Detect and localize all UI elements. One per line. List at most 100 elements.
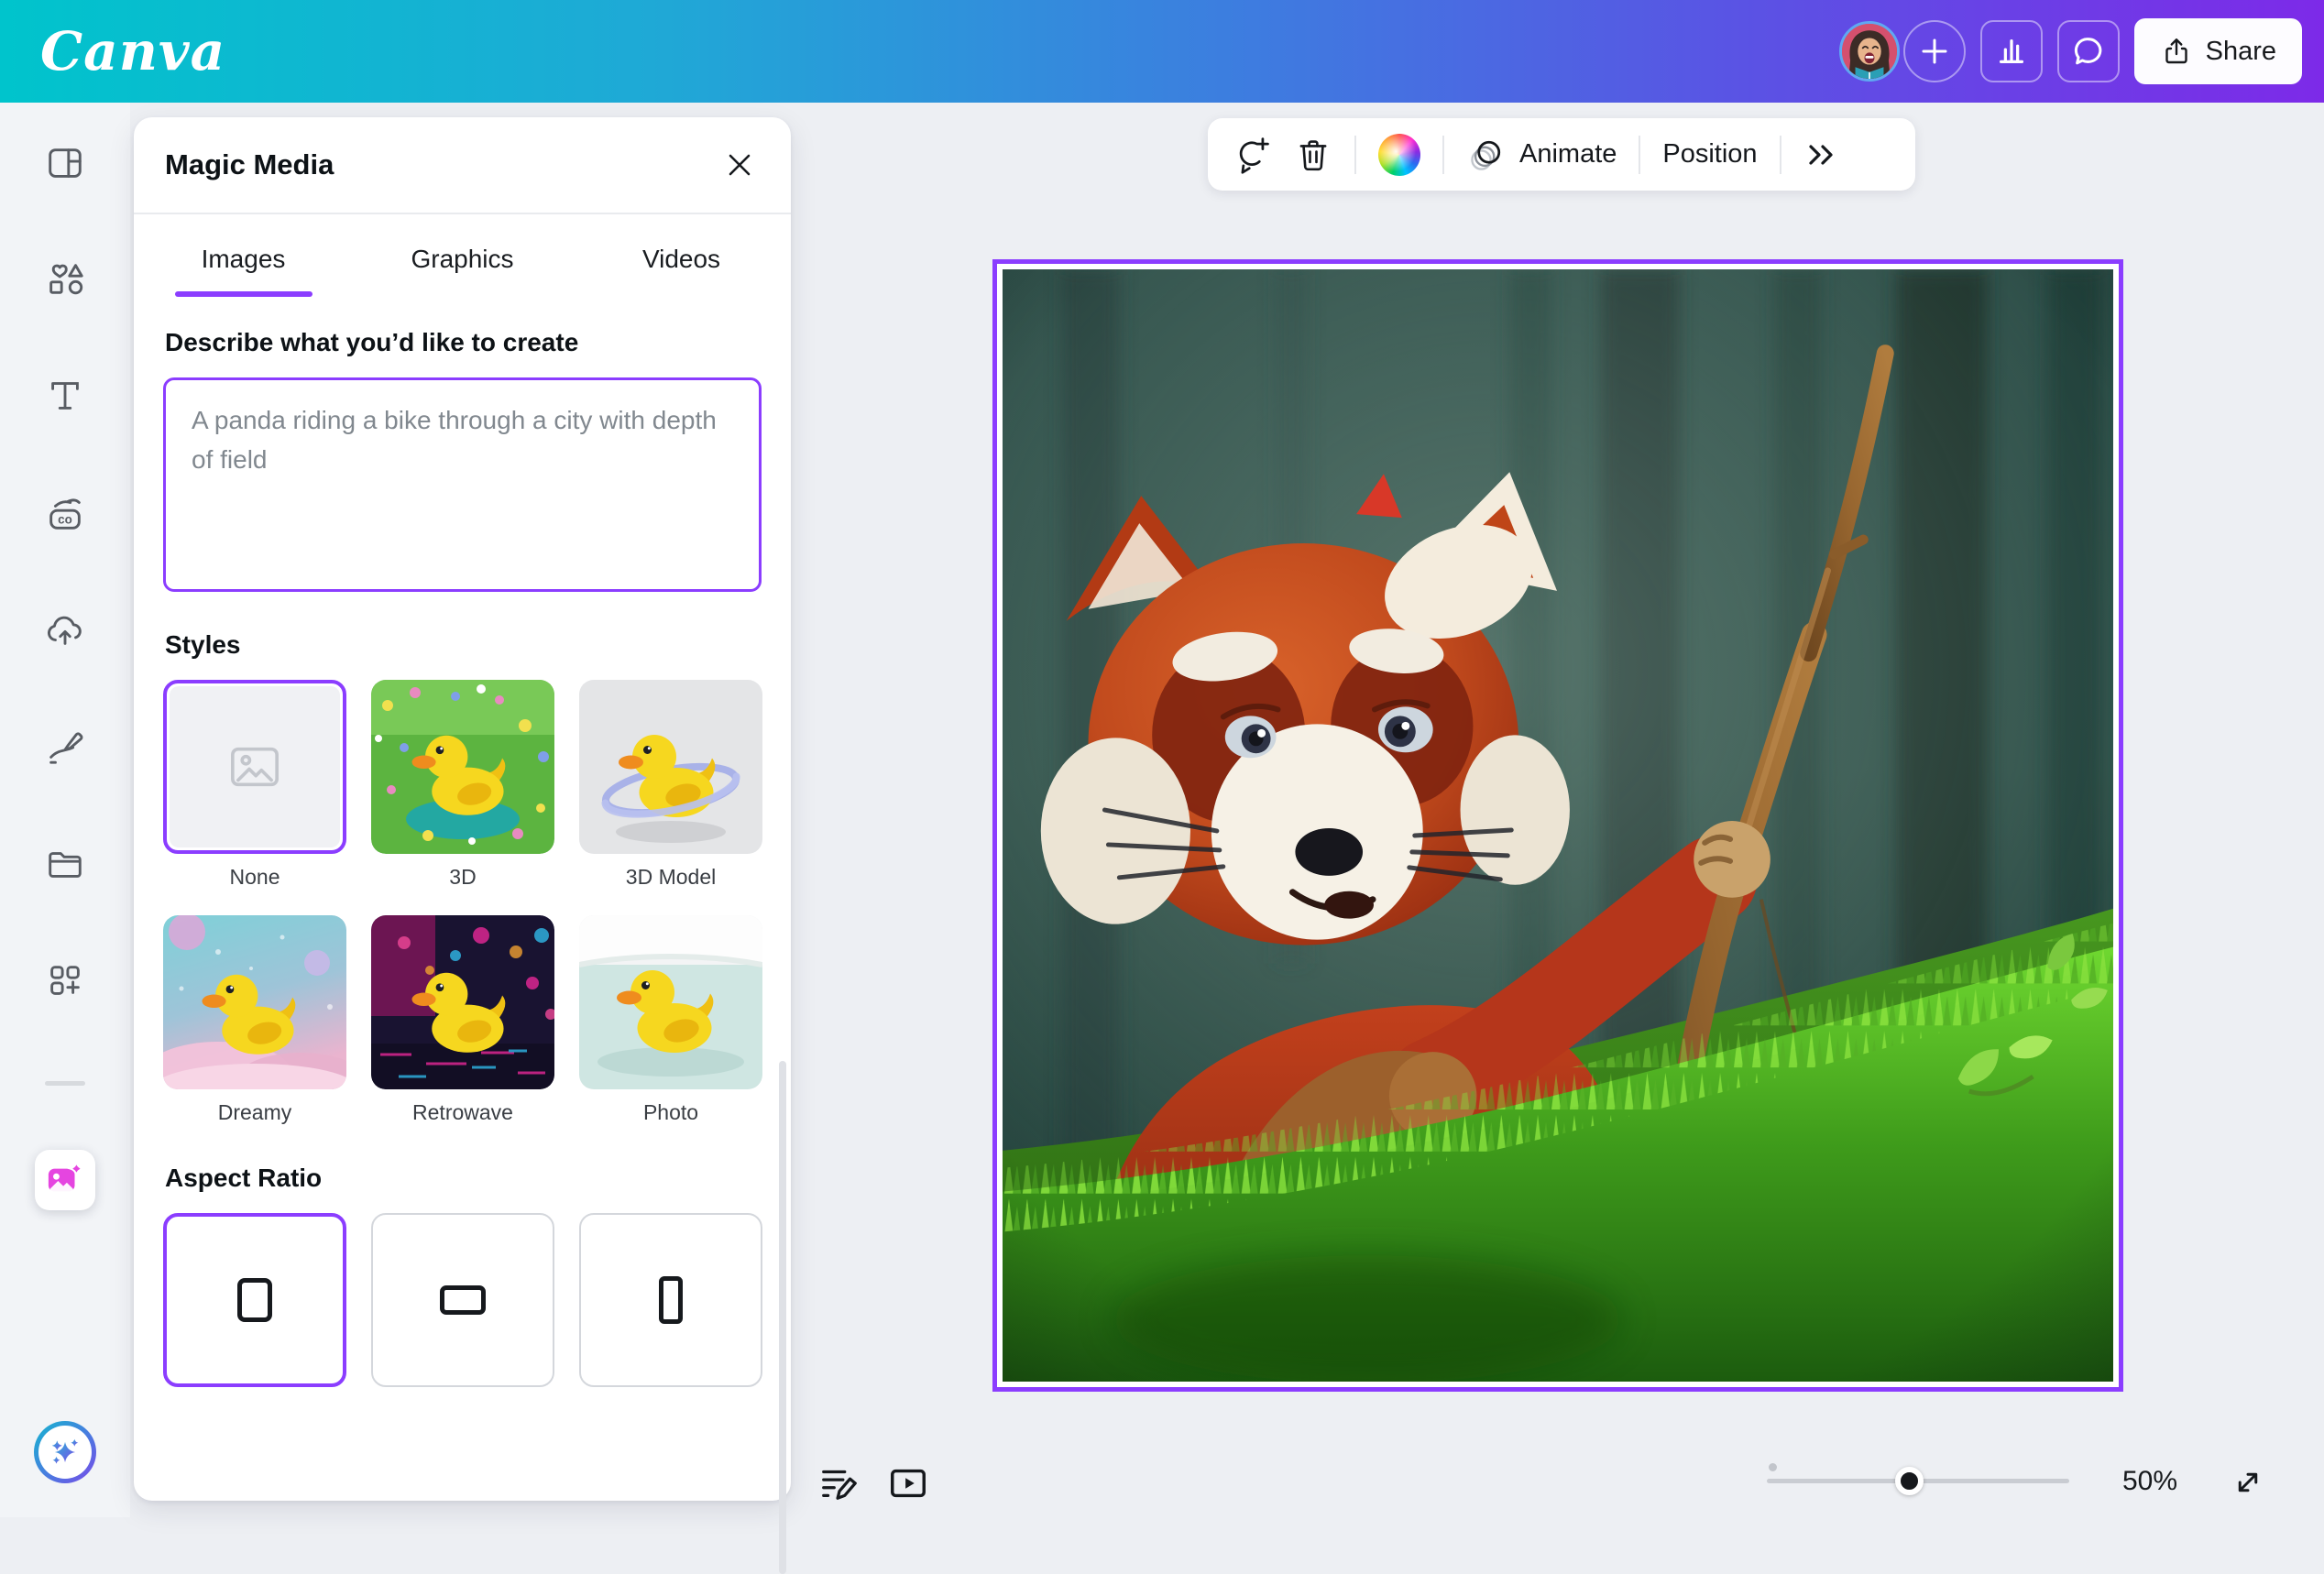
panel-title: Magic Media (165, 148, 334, 181)
style-card-3d (371, 680, 554, 854)
toolbar-divider (1442, 136, 1444, 174)
panel-header: Magic Media (134, 117, 791, 214)
style-card-none (163, 680, 346, 854)
notes-icon (818, 1461, 861, 1503)
canvas-image[interactable] (992, 259, 2123, 1392)
aspect-option-landscape[interactable] (371, 1213, 554, 1387)
share-icon (2160, 35, 2193, 68)
magic-media-icon (46, 1161, 84, 1199)
style-retrowave-thumbnail (371, 915, 554, 1089)
tab-images[interactable]: Images (134, 214, 353, 304)
insights-icon (1994, 34, 2029, 69)
fullscreen-button[interactable] (2229, 1463, 2267, 1502)
expand-icon (2229, 1463, 2267, 1502)
portrait-aspect-icon (659, 1276, 683, 1324)
style-card-dreamy (163, 915, 346, 1089)
styles-heading: Styles (165, 630, 760, 660)
toolbar-divider (1780, 136, 1781, 174)
prompt-input[interactable] (166, 380, 759, 589)
present-icon (887, 1462, 929, 1504)
tab-graphics[interactable]: Graphics (353, 214, 572, 304)
style-option-none[interactable]: None (163, 680, 346, 890)
style-option-retrowave[interactable]: Retrowave (371, 915, 554, 1125)
add-comment-button[interactable] (1232, 135, 1272, 175)
more-icon (1803, 137, 1840, 173)
close-icon (726, 151, 753, 179)
sidebar-item-magic-media[interactable] (35, 1150, 95, 1210)
sidebar-item-design[interactable] (44, 142, 86, 184)
comments-icon (2071, 34, 2106, 69)
avatar-photo (1842, 24, 1897, 79)
draw-icon (44, 725, 86, 767)
sidebar-item-brand[interactable]: co (44, 493, 86, 535)
share-label: Share (2206, 37, 2276, 67)
projects-icon (44, 843, 86, 885)
style-3d-thumbnail (371, 680, 554, 854)
style-option-3d[interactable]: 3D (371, 680, 554, 890)
styles-grid: None 3D (163, 680, 762, 1125)
style-photo-thumbnail (579, 915, 762, 1089)
style-3d-model-thumbnail (579, 680, 762, 854)
delete-button[interactable] (1294, 136, 1332, 174)
style-card-photo (579, 915, 762, 1089)
zoom-level: 50% (2122, 1466, 2177, 1497)
add-member-button[interactable] (1903, 20, 1966, 82)
sidebar-item-ai-assistant[interactable] (34, 1421, 96, 1483)
notes-button[interactable] (818, 1461, 861, 1503)
prompt-box (163, 377, 762, 592)
share-button[interactable]: Share (2134, 18, 2302, 84)
zoom-fit-marker (1769, 1463, 1777, 1471)
animate-label: Animate (1519, 139, 1617, 169)
panel-scrollbar[interactable] (779, 1061, 786, 1574)
square-aspect-icon (237, 1278, 272, 1322)
apps-icon (44, 959, 86, 1001)
animate-button[interactable]: Animate (1466, 135, 1617, 175)
avatar[interactable] (1839, 21, 1900, 82)
active-tab-underline (175, 291, 312, 297)
aspect-option-portrait[interactable] (579, 1213, 762, 1387)
close-panel-button[interactable] (719, 145, 760, 185)
sidebar-item-text[interactable] (44, 375, 86, 417)
brand-icon: co (44, 493, 86, 535)
top-bar-actions: Share (1839, 18, 2302, 84)
style-option-dreamy[interactable]: Dreamy (163, 915, 346, 1125)
animate-icon (1466, 135, 1507, 175)
style-option-3d-model[interactable]: 3D Model (579, 680, 762, 890)
top-bar: Canva (0, 0, 2324, 103)
toolbar-divider (1354, 136, 1356, 174)
delete-icon (1294, 136, 1332, 174)
sidebar-divider (45, 1081, 85, 1086)
insights-button[interactable] (1980, 20, 2043, 82)
style-option-photo[interactable]: Photo (579, 915, 762, 1125)
landscape-aspect-icon (440, 1285, 486, 1315)
sidebar-item-uploads[interactable] (44, 608, 86, 650)
aspect-option-square[interactable] (163, 1213, 346, 1387)
red-panda-image (1003, 269, 2113, 1382)
position-button[interactable]: Position (1662, 139, 1757, 169)
present-button[interactable] (887, 1462, 929, 1504)
text-icon (44, 375, 86, 417)
uploads-icon (44, 608, 86, 650)
sidebar-item-elements[interactable] (44, 257, 86, 300)
magic-media-panel: Magic Media Images Graphics Videos Descr… (134, 117, 791, 1501)
sidebar-item-projects[interactable] (44, 843, 86, 885)
design-icon (44, 142, 86, 184)
sidebar-item-apps[interactable] (44, 959, 86, 1001)
style-card-retrowave (371, 915, 554, 1089)
add-comment-icon (1232, 135, 1272, 175)
zoom-slider-thumb[interactable] (1895, 1467, 1924, 1495)
canvas-toolbar: Animate Position (1208, 118, 1915, 191)
aspect-ratio-heading: Aspect Ratio (165, 1164, 760, 1193)
color-picker-button[interactable] (1378, 134, 1420, 176)
toolbar-divider (1639, 136, 1640, 174)
prompt-label: Describe what you’d like to create (165, 328, 760, 357)
sidebar-item-draw[interactable] (44, 725, 86, 767)
canva-logo[interactable]: Canva (40, 20, 225, 82)
more-options-button[interactable] (1803, 137, 1840, 173)
aspect-ratio-grid (163, 1213, 762, 1387)
plus-icon (1919, 36, 1950, 67)
brand-icon-text: co (58, 513, 72, 527)
comments-button[interactable] (2057, 20, 2120, 82)
tab-videos[interactable]: Videos (572, 214, 791, 304)
style-card-3d-model (579, 680, 762, 854)
